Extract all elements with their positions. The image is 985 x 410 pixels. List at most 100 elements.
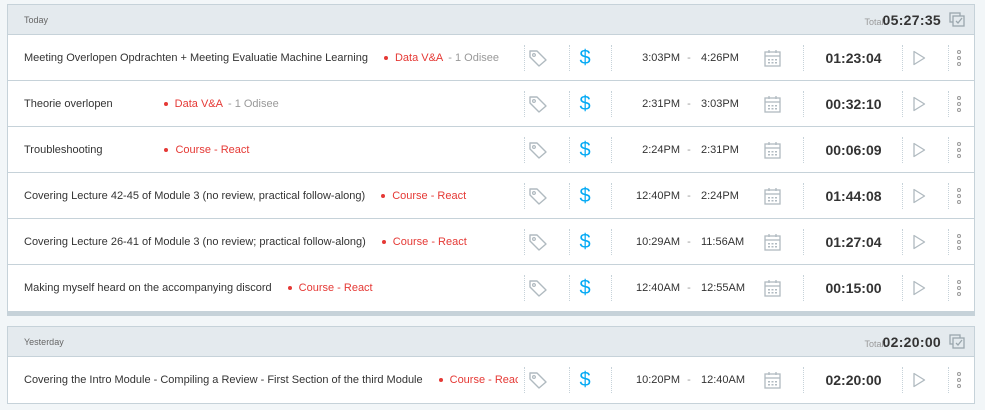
entry-description[interactable]: Covering the Intro Module - Compiling a … bbox=[24, 374, 423, 386]
calendar-icon[interactable] bbox=[764, 187, 781, 205]
entry-description[interactable]: Making myself heard on the accompanying … bbox=[24, 282, 272, 294]
start-time[interactable]: 12:40PM bbox=[606, 173, 680, 219]
calendar-icon[interactable] bbox=[764, 49, 781, 67]
start-time[interactable]: 10:29AM bbox=[606, 219, 680, 265]
entry-description[interactable]: Covering Lecture 42-45 of Module 3 (no r… bbox=[24, 190, 365, 202]
time-entry-row[interactable]: Troubleshooting Course - React $ 2:24PM … bbox=[8, 127, 974, 173]
end-time[interactable]: 3:03PM bbox=[701, 81, 761, 127]
bulk-edit-icon[interactable] bbox=[949, 12, 966, 27]
end-time[interactable]: 12:55AM bbox=[701, 265, 761, 311]
day-group-today: Today Total: 05:27:35 Meeting Overlopen … bbox=[7, 4, 975, 316]
project-color-dot bbox=[164, 148, 169, 152]
entry-duration[interactable]: 01:23:04 bbox=[805, 35, 902, 81]
start-time[interactable]: 3:03PM bbox=[606, 35, 680, 81]
more-vertical-icon[interactable] bbox=[954, 370, 964, 390]
end-time[interactable]: 2:31PM bbox=[701, 127, 761, 173]
end-time[interactable]: 2:24PM bbox=[701, 173, 761, 219]
time-entry-row[interactable]: Covering the Intro Module - Compiling a … bbox=[8, 357, 974, 403]
time-entry-row[interactable]: Covering Lecture 42-45 of Module 3 (no r… bbox=[8, 173, 974, 219]
time-entry-row[interactable]: Meeting Overlopen Opdrachten + Meeting E… bbox=[8, 35, 974, 81]
entry-project[interactable]: Data V&A - 1 Odisee bbox=[383, 52, 500, 64]
entry-duration[interactable]: 00:06:09 bbox=[805, 127, 902, 173]
more-vertical-icon[interactable] bbox=[954, 186, 964, 206]
tag-icon[interactable] bbox=[528, 141, 548, 159]
end-time[interactable]: 11:56AM bbox=[701, 219, 761, 265]
entry-description[interactable]: Theorie overlopen bbox=[24, 98, 113, 110]
time-entry-row[interactable]: Theorie overlopen Data V&A - 1 Odisee $ … bbox=[8, 81, 974, 127]
entry-project[interactable]: Course - React bbox=[287, 282, 373, 294]
calendar-icon[interactable] bbox=[764, 279, 781, 297]
start-time[interactable]: 10:20PM bbox=[606, 357, 680, 403]
dollar-icon[interactable]: $ bbox=[570, 44, 600, 72]
end-time[interactable]: 12:40AM bbox=[701, 357, 761, 403]
play-icon[interactable] bbox=[912, 50, 926, 66]
entry-duration[interactable]: 01:44:08 bbox=[805, 173, 902, 219]
calendar-icon[interactable] bbox=[764, 95, 781, 113]
entry-duration[interactable]: 00:15:00 bbox=[805, 265, 902, 311]
end-time[interactable]: 4:26PM bbox=[701, 35, 761, 81]
project-color-dot bbox=[381, 240, 386, 244]
tag-icon[interactable] bbox=[528, 371, 548, 389]
dollar-icon[interactable]: $ bbox=[570, 228, 600, 256]
project-color-dot bbox=[383, 56, 388, 60]
client-name: - 1 Odisee bbox=[448, 52, 500, 64]
entry-duration[interactable]: 00:32:10 bbox=[805, 81, 902, 127]
play-icon[interactable] bbox=[912, 142, 926, 158]
entry-description[interactable]: Meeting Overlopen Opdrachten + Meeting E… bbox=[24, 52, 368, 64]
day-header: Today Total: 05:27:35 bbox=[8, 5, 974, 35]
more-vertical-icon[interactable] bbox=[954, 140, 964, 160]
dollar-icon[interactable]: $ bbox=[570, 136, 600, 164]
time-entry-row[interactable]: Covering Lecture 26-41 of Module 3 (no r… bbox=[8, 219, 974, 265]
start-time[interactable]: 2:24PM bbox=[606, 127, 680, 173]
play-icon[interactable] bbox=[912, 188, 926, 204]
tag-icon[interactable] bbox=[528, 233, 548, 251]
play-icon[interactable] bbox=[912, 234, 926, 250]
project-name: Course - React bbox=[392, 190, 467, 202]
entry-project[interactable]: Data V&A - 1 Odisee bbox=[163, 98, 279, 110]
entry-description[interactable]: Troubleshooting bbox=[24, 144, 102, 156]
day-group-yesterday: Yesterday Total: 02:20:00 Covering the I… bbox=[7, 326, 975, 404]
tag-icon[interactable] bbox=[528, 187, 548, 205]
play-icon[interactable] bbox=[912, 96, 926, 112]
tag-icon[interactable] bbox=[528, 279, 548, 297]
more-vertical-icon[interactable] bbox=[954, 94, 964, 114]
time-separator: - bbox=[687, 52, 691, 64]
calendar-icon[interactable] bbox=[764, 371, 781, 389]
day-label: Today bbox=[24, 15, 49, 25]
project-color-dot bbox=[438, 378, 443, 382]
project-name: Data V&A bbox=[394, 52, 444, 64]
entry-duration[interactable]: 02:20:00 bbox=[805, 357, 902, 403]
time-separator: - bbox=[687, 190, 691, 202]
more-vertical-icon[interactable] bbox=[954, 232, 964, 252]
project-name: Course - React bbox=[175, 144, 250, 156]
play-icon[interactable] bbox=[912, 372, 926, 388]
tag-icon[interactable] bbox=[528, 49, 548, 67]
day-total: 05:27:35 bbox=[882, 12, 941, 28]
project-color-dot bbox=[163, 102, 168, 106]
dollar-icon[interactable]: $ bbox=[570, 366, 600, 394]
more-vertical-icon[interactable] bbox=[954, 48, 964, 68]
more-vertical-icon[interactable] bbox=[954, 278, 964, 298]
time-entry-row[interactable]: Making myself heard on the accompanying … bbox=[8, 265, 974, 311]
bulk-edit-icon[interactable] bbox=[949, 334, 966, 349]
entry-duration[interactable]: 01:27:04 bbox=[805, 219, 902, 265]
entry-project[interactable]: Course - React bbox=[381, 190, 466, 202]
start-time[interactable]: 2:31PM bbox=[606, 81, 680, 127]
entry-description[interactable]: Covering Lecture 26-41 of Module 3 (no r… bbox=[24, 236, 366, 248]
entry-project[interactable]: Course - React bbox=[438, 374, 518, 386]
start-time[interactable]: 12:40AM bbox=[606, 265, 680, 311]
day-header: Yesterday Total: 02:20:00 bbox=[8, 327, 974, 357]
tag-icon[interactable] bbox=[528, 95, 548, 113]
dollar-icon[interactable]: $ bbox=[570, 182, 600, 210]
calendar-icon[interactable] bbox=[764, 233, 781, 251]
dollar-icon[interactable]: $ bbox=[570, 274, 600, 302]
time-separator: - bbox=[687, 98, 691, 110]
time-separator: - bbox=[687, 374, 691, 386]
dollar-icon[interactable]: $ bbox=[570, 90, 600, 118]
entry-project[interactable]: Course - React bbox=[164, 144, 249, 156]
play-icon[interactable] bbox=[912, 280, 926, 296]
calendar-icon[interactable] bbox=[764, 141, 781, 159]
time-separator: - bbox=[687, 236, 691, 248]
project-color-dot bbox=[381, 194, 386, 198]
entry-project[interactable]: Course - React bbox=[381, 236, 467, 248]
